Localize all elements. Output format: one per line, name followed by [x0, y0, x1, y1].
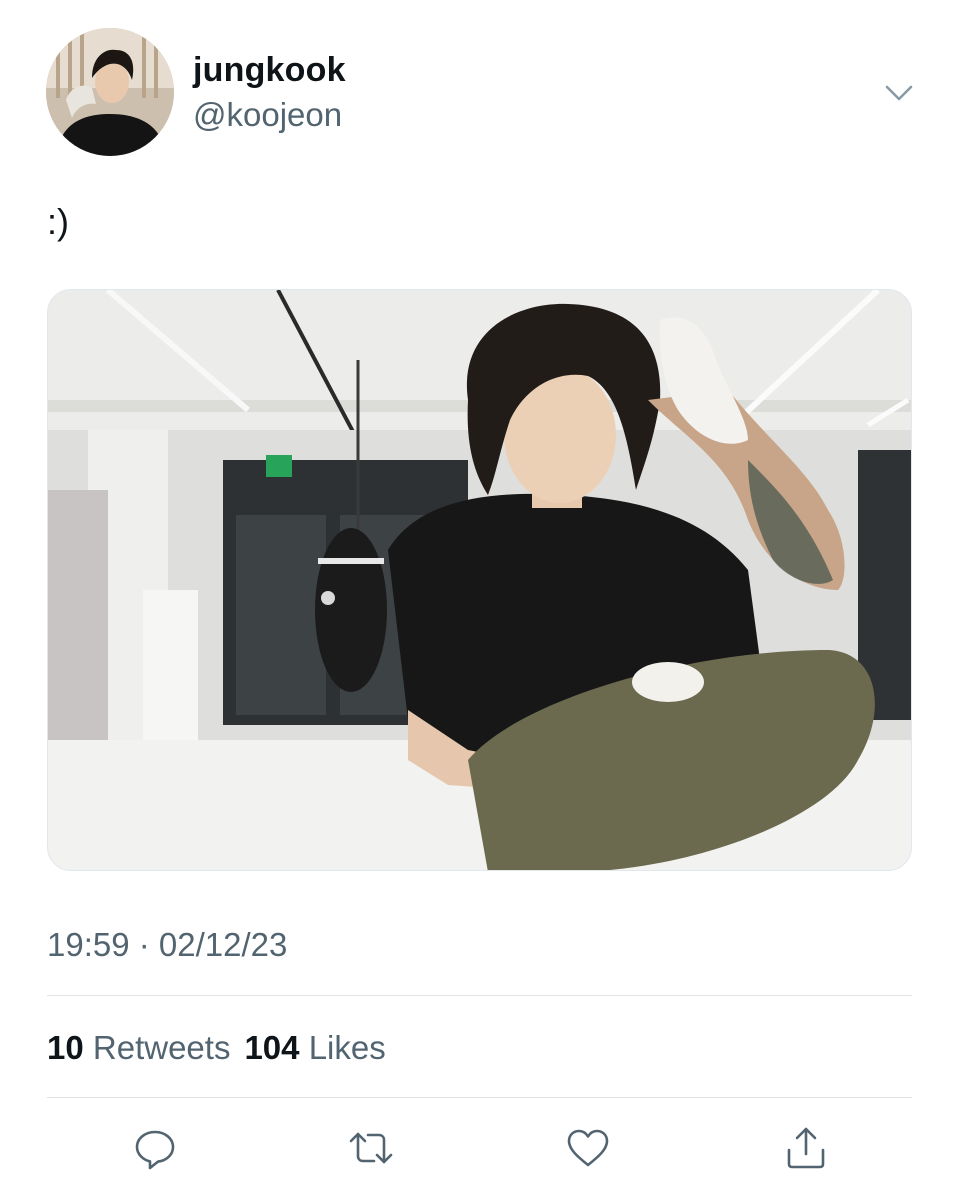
divider [47, 1097, 912, 1098]
engagement-stats: 10 Retweets 104 Likes [47, 1026, 386, 1070]
retweets-count: 10 [47, 1029, 84, 1066]
retweets-stat[interactable]: 10 Retweets [47, 1029, 230, 1066]
likes-count: 104 [244, 1029, 300, 1066]
display-name[interactable]: jungkook [193, 50, 346, 90]
retweet-icon[interactable] [347, 1124, 395, 1172]
username-handle[interactable]: @koojeon [193, 95, 342, 135]
avatar[interactable] [46, 28, 174, 156]
likes-label: Likes [308, 1029, 386, 1066]
tweet-action-bar [0, 1118, 959, 1178]
divider [47, 995, 912, 996]
heart-icon[interactable] [564, 1124, 612, 1172]
likes-stat[interactable]: 104 Likes [244, 1029, 385, 1066]
share-icon[interactable] [782, 1124, 830, 1172]
reply-icon[interactable] [131, 1124, 179, 1172]
chevron-down-icon[interactable] [882, 76, 916, 110]
retweets-label: Retweets [92, 1029, 231, 1066]
tweet-photo[interactable] [47, 289, 912, 871]
tweet-timestamp[interactable]: 19:59 · 02/12/23 [47, 923, 287, 967]
tweet-text: :) [47, 201, 69, 242]
